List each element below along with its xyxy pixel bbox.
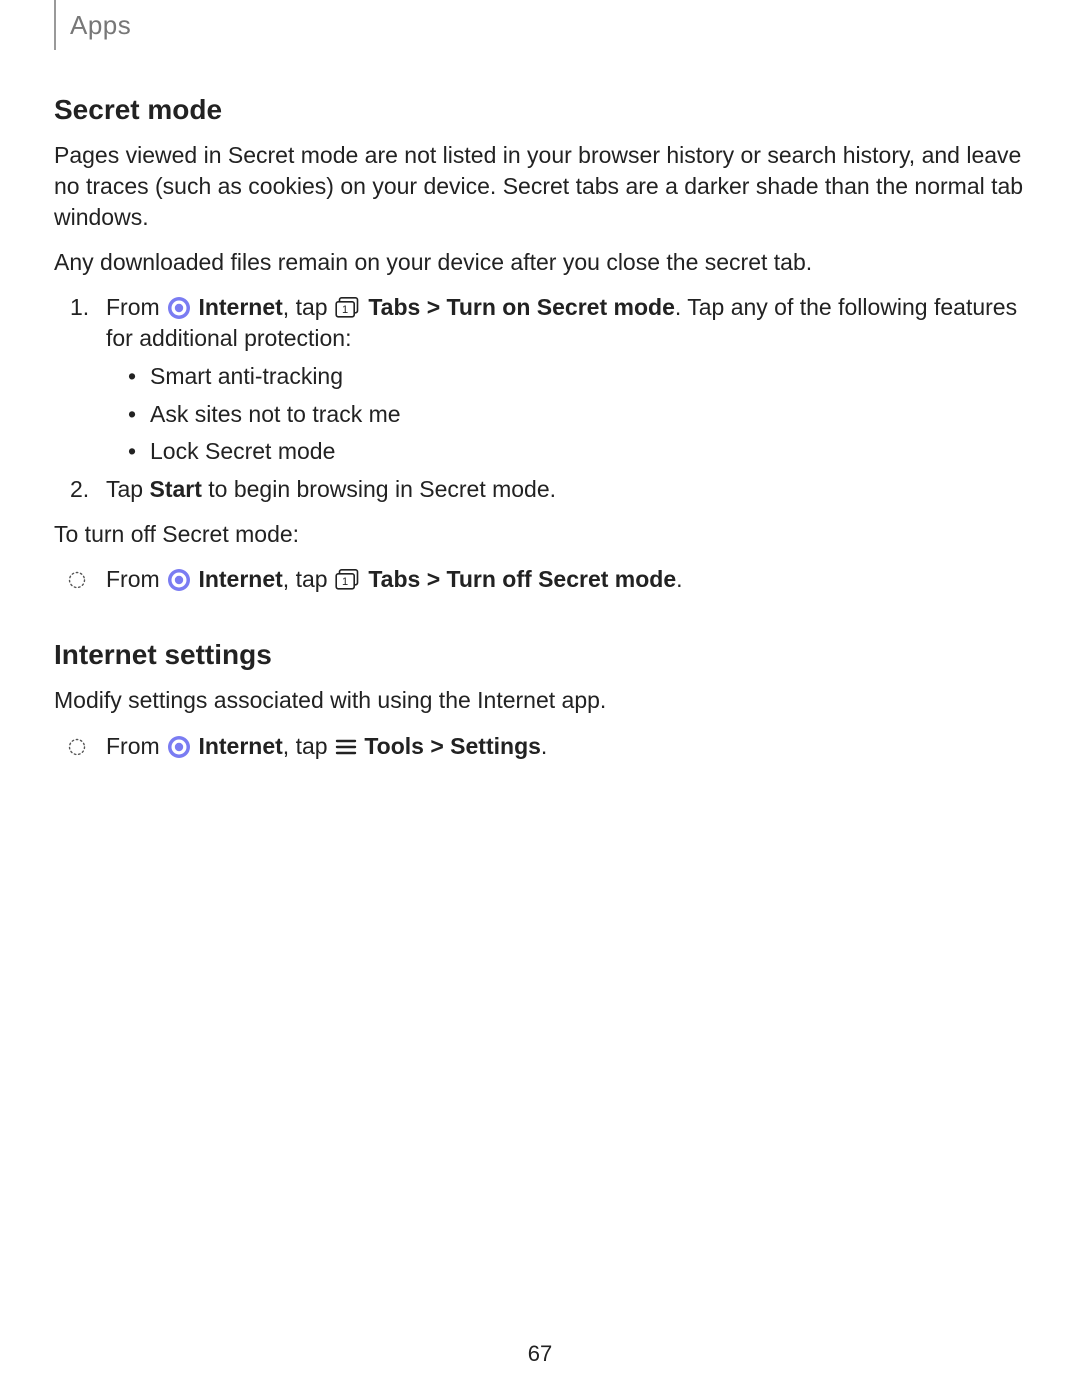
settings-text-1: From	[106, 733, 166, 759]
tabs-icon-number: 1	[342, 304, 348, 316]
settings-text-3: , tap	[283, 733, 334, 759]
menu-icon	[335, 734, 357, 754]
step-1-internet-label: Internet	[198, 294, 282, 320]
secret-mode-note: Any downloaded files remain on your devi…	[54, 247, 1026, 278]
feature-smart-anti-tracking: Smart anti-tracking	[150, 360, 1026, 393]
header-divider	[54, 0, 56, 50]
internet-icon	[167, 735, 191, 759]
settings-tools-label: Tools > Settings	[364, 733, 541, 759]
step-2-text-3: to begin browsing in Secret mode.	[202, 476, 556, 502]
turn-off-text-3: , tap	[283, 566, 334, 592]
turn-off-tabs-label: Tabs > Turn off Secret mode	[368, 566, 676, 592]
secret-mode-intro: Pages viewed in Secret mode are not list…	[54, 140, 1026, 233]
heading-internet-settings: Internet settings	[54, 639, 1026, 671]
turn-off-intro: To turn off Secret mode:	[54, 519, 1026, 550]
dotted-circle-icon	[68, 733, 86, 751]
tabs-icon: 1	[335, 296, 361, 318]
feature-lock-secret-mode: Lock Secret mode	[150, 435, 1026, 468]
tabs-icon-number: 1	[342, 576, 348, 588]
internet-settings-steps: From Internet, tap Tools > Settings.	[54, 731, 1026, 762]
section-label: Apps	[70, 10, 131, 41]
settings-internet-label: Internet	[198, 733, 282, 759]
step-2: 2. Tap Start to begin browsing in Secret…	[106, 474, 1026, 505]
step-1: 1. From Internet, tap 1 Tabs > Turn on S…	[106, 292, 1026, 468]
step-1-tabs-label: Tabs > Turn on Secret mode	[368, 294, 675, 320]
heading-secret-mode: Secret mode	[54, 94, 1026, 126]
secret-mode-feature-list: Smart anti-tracking Ask sites not to tra…	[106, 360, 1026, 468]
step-1-text-3: , tap	[283, 294, 334, 320]
page-number: 67	[0, 1341, 1080, 1367]
tabs-icon: 1	[335, 568, 361, 590]
internet-icon	[167, 568, 191, 592]
step-2-start-label: Start	[149, 476, 201, 502]
internet-settings-intro: Modify settings associated with using th…	[54, 685, 1026, 716]
turn-off-step: From Internet, tap 1 Tabs > Turn off Sec…	[106, 564, 1026, 595]
internet-icon	[167, 296, 191, 320]
document-page: Apps Secret mode Pages viewed in Secret …	[0, 0, 1080, 1397]
dotted-circle-icon	[68, 566, 86, 584]
page-header: Apps	[54, 0, 1026, 50]
step-number: 1.	[70, 292, 89, 323]
turn-off-text-5: .	[676, 566, 682, 592]
step-number: 2.	[70, 474, 89, 505]
turn-off-steps: From Internet, tap 1 Tabs > Turn off Sec…	[54, 564, 1026, 595]
secret-mode-steps: 1. From Internet, tap 1 Tabs > Turn on S…	[54, 292, 1026, 505]
internet-settings-step: From Internet, tap Tools > Settings.	[106, 731, 1026, 762]
feature-ask-sites-not-track: Ask sites not to track me	[150, 398, 1026, 431]
turn-off-internet-label: Internet	[198, 566, 282, 592]
step-1-text-1: From	[106, 294, 166, 320]
step-2-text-1: Tap	[106, 476, 149, 502]
turn-off-text-1: From	[106, 566, 166, 592]
settings-text-5: .	[541, 733, 547, 759]
